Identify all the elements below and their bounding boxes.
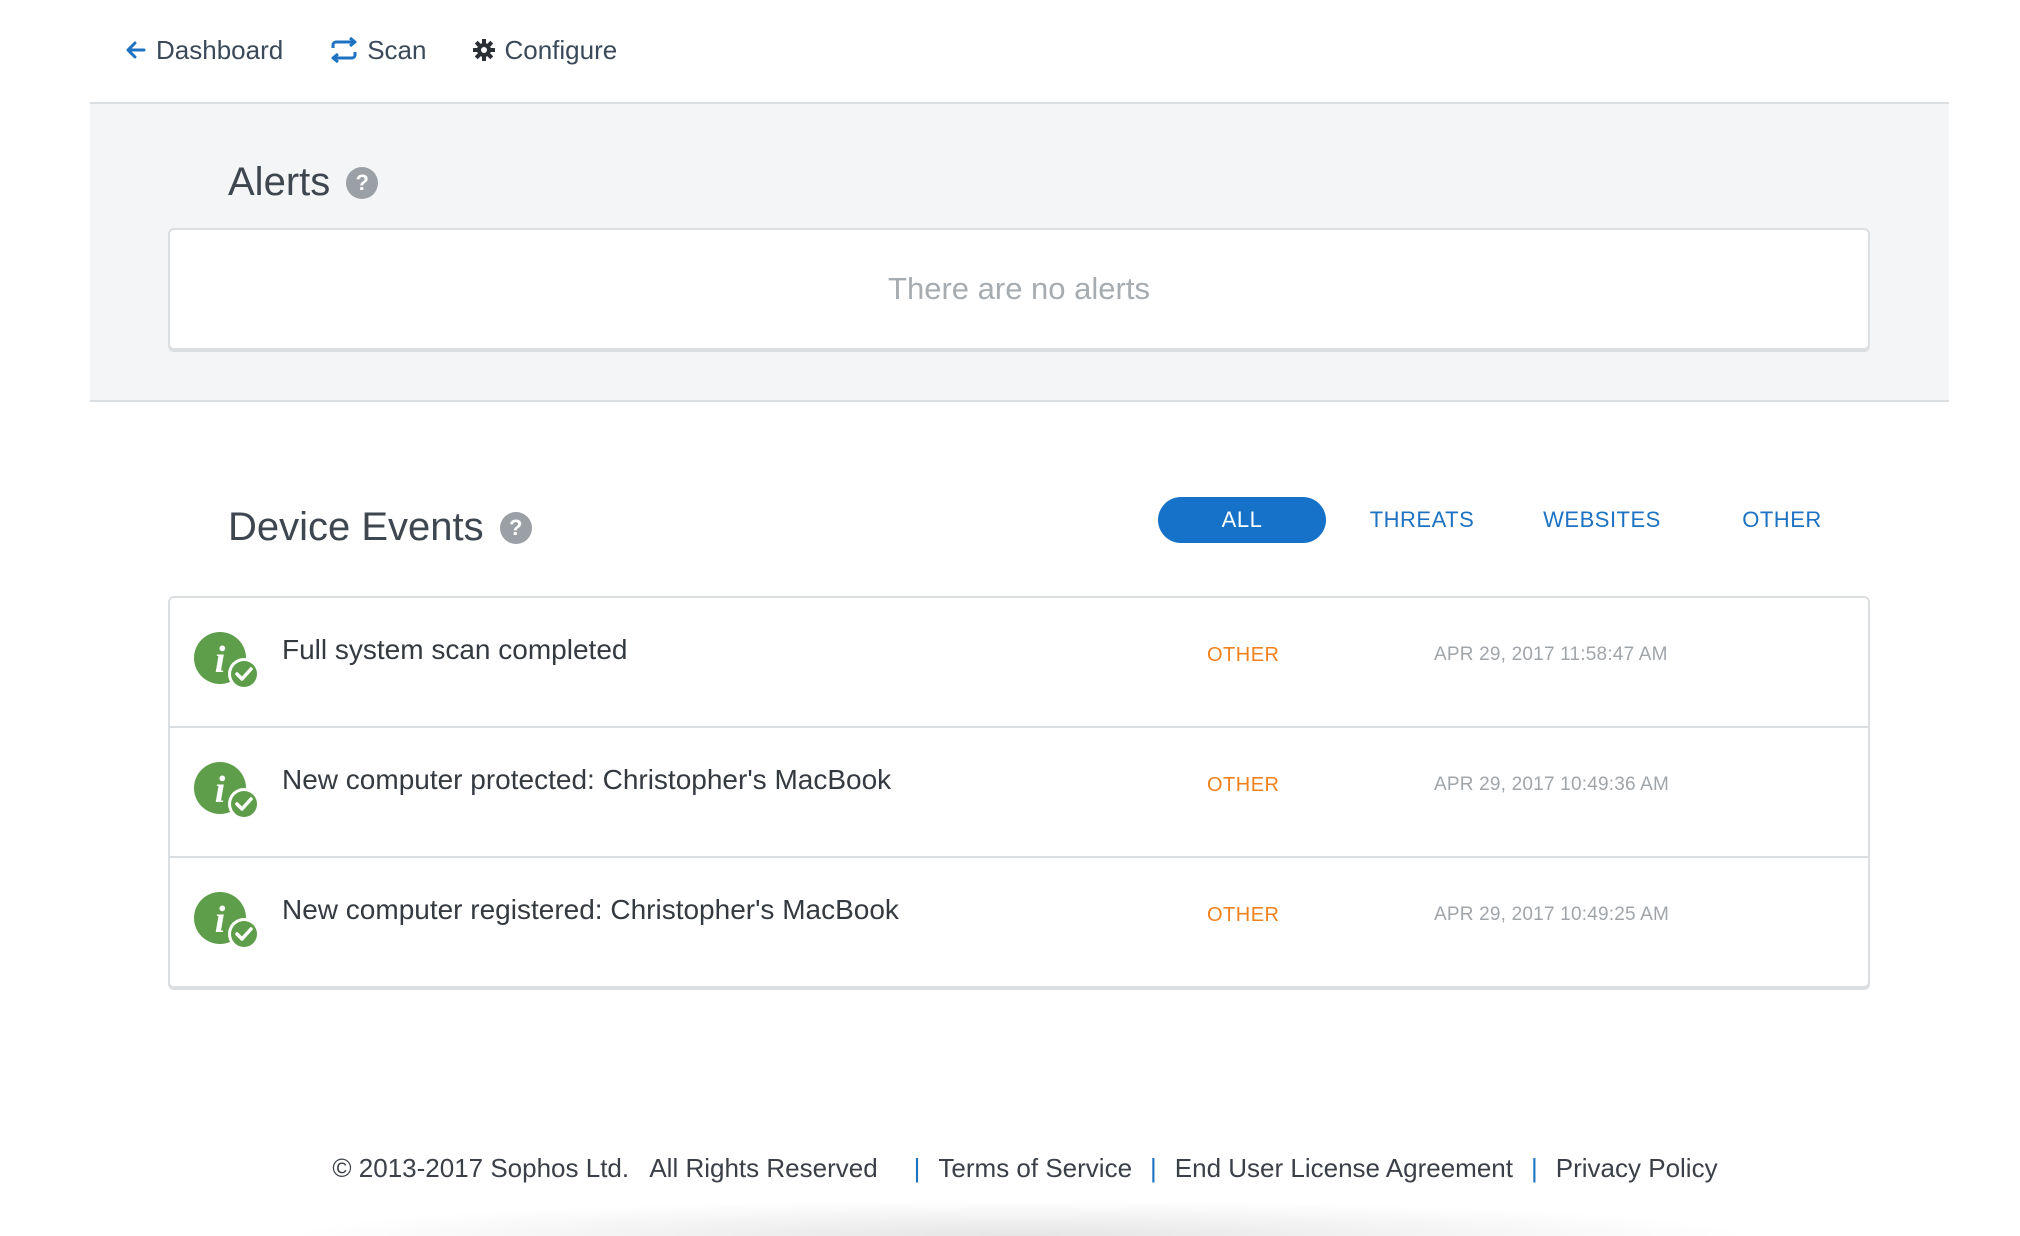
event-category: OTHER bbox=[1207, 774, 1280, 796]
configure-link[interactable]: Configure bbox=[472, 35, 617, 66]
gear-icon bbox=[472, 38, 496, 62]
alerts-title: Alerts bbox=[228, 160, 331, 204]
filter-tab-other[interactable]: OTHER bbox=[1686, 497, 1878, 543]
refresh-icon bbox=[329, 37, 359, 63]
privacy-policy-link[interactable]: Privacy Policy bbox=[1556, 1153, 1718, 1184]
event-description: Full system scan completed bbox=[282, 634, 628, 665]
event-category: OTHER bbox=[1207, 904, 1280, 926]
list-item[interactable]: i New computer protected: Christopher's … bbox=[170, 728, 1868, 858]
footer-separator: | bbox=[1531, 1152, 1538, 1183]
filter-tab-websites[interactable]: WEBSITES bbox=[1518, 497, 1686, 543]
event-timestamp: APR 29, 2017 10:49:36 AM bbox=[1434, 774, 1670, 795]
scan-label: Scan bbox=[367, 34, 427, 65]
help-icon[interactable]: ? bbox=[346, 166, 379, 199]
top-nav: Dashboard Scan Configure bbox=[0, 0, 2020, 100]
filter-tab-all[interactable]: ALL bbox=[1158, 497, 1326, 543]
event-filter-tabs: ALL THREATS WEBSITES OTHER bbox=[1158, 497, 1878, 543]
list-item[interactable]: i Full system scan completed OTHER APR 2… bbox=[170, 598, 1868, 728]
terms-of-service-link[interactable]: Terms of Service bbox=[938, 1153, 1132, 1184]
device-events-list: i Full system scan completed OTHER APR 2… bbox=[168, 596, 1870, 988]
dashboard-label: Dashboard bbox=[156, 34, 284, 65]
dashboard-link[interactable]: Dashboard bbox=[124, 35, 283, 66]
footer: © 2013-2017 Sophos Ltd. All Rights Reser… bbox=[0, 1148, 2020, 1188]
filter-tab-threats[interactable]: THREATS bbox=[1326, 497, 1518, 543]
event-timestamp: APR 29, 2017 10:49:25 AM bbox=[1434, 904, 1670, 925]
svg-text:i: i bbox=[215, 769, 226, 811]
footer-separator: | bbox=[913, 1152, 921, 1183]
eula-link[interactable]: End User License Agreement bbox=[1175, 1153, 1513, 1184]
scan-link[interactable]: Scan bbox=[329, 35, 426, 66]
event-description: New computer protected: Christopher's Ma… bbox=[282, 764, 892, 795]
page: Dashboard Scan Configure Alerts ? There … bbox=[0, 0, 2020, 1236]
event-category: OTHER bbox=[1207, 644, 1280, 666]
help-icon[interactable]: ? bbox=[499, 511, 532, 544]
footer-separator: | bbox=[1150, 1152, 1157, 1183]
info-check-icon: i bbox=[194, 892, 262, 957]
event-description: New computer registered: Christopher's M… bbox=[282, 894, 899, 925]
list-item[interactable]: i New computer registered: Christopher's… bbox=[170, 858, 1868, 988]
svg-text:i: i bbox=[215, 639, 226, 681]
info-check-icon: i bbox=[194, 632, 262, 697]
alerts-panel: There are no alerts bbox=[168, 228, 1870, 350]
event-timestamp: APR 29, 2017 11:58:47 AM bbox=[1434, 644, 1668, 665]
arrow-left-icon bbox=[124, 38, 148, 62]
device-events-title: Device Events bbox=[228, 505, 484, 549]
alerts-section: Alerts ? There are no alerts bbox=[90, 102, 1949, 402]
svg-text:i: i bbox=[215, 899, 226, 941]
copyright-text: © 2013-2017 Sophos Ltd. All Rights Reser… bbox=[332, 1152, 878, 1183]
bottom-shadow bbox=[280, 1200, 1760, 1236]
device-events-heading: Device Events ? bbox=[228, 505, 532, 550]
configure-label: Configure bbox=[504, 34, 618, 65]
alerts-heading: Alerts ? bbox=[228, 160, 379, 205]
info-check-icon: i bbox=[194, 762, 262, 827]
alerts-empty-message: There are no alerts bbox=[888, 271, 1150, 306]
